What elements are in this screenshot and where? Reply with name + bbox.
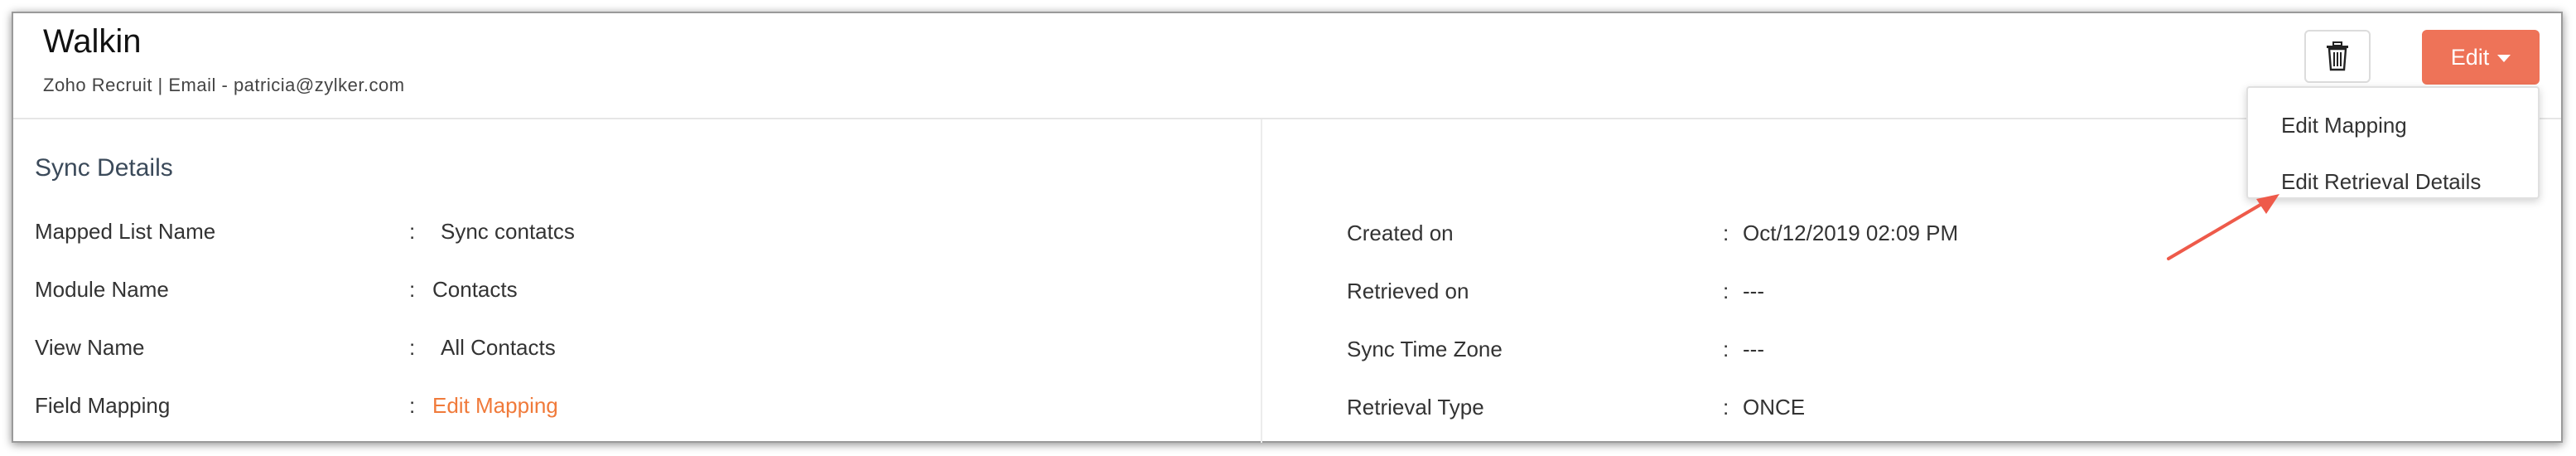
field-value-created-on: Oct/12/2019 02:09 PM [1743,221,1959,245]
field-value-retrieval-type: ONCE [1743,395,1806,420]
delete-button[interactable] [2304,30,2371,83]
caret-down-icon [2497,54,2511,62]
page-title: Walkin [43,23,142,60]
edit-button-label: Edit [2450,44,2490,70]
sync-details-panel: Walkin Zoho Recruit | Email - patricia@z… [12,12,2563,443]
panel-header: Walkin Zoho Recruit | Email - patricia@z… [13,13,2561,119]
field-value-module-name: Contacts [432,277,518,302]
field-label-module-name: Module Name [35,277,169,302]
edit-mapping-link[interactable]: Edit Mapping [432,393,558,419]
annotation-arrow-icon [2167,194,2279,260]
field-label-created-on: Created on [1347,221,1454,245]
field-value-view-name: All Contacts [441,335,556,360]
trash-icon [2327,41,2348,71]
field-label-sync-time-zone: Sync Time Zone [1347,337,1503,361]
field-label-retrieved-on: Retrieved on [1347,279,1469,303]
field-colon: : [409,335,416,360]
field-colon: : [409,277,416,302]
column-divider [1261,119,1262,443]
edit-dropdown-menu: Edit Mapping Edit Retrieval Details [2246,86,2540,199]
field-label-view-name: View Name [35,335,145,360]
field-colon: : [1723,337,1729,361]
field-colon: : [409,393,416,418]
field-colon: : [409,219,416,244]
field-colon: : [1723,221,1729,245]
edit-button[interactable]: Edit [2422,30,2540,85]
field-colon: : [1723,279,1729,303]
menu-item-edit-mapping[interactable]: Edit Mapping [2281,113,2407,138]
section-title: Sync Details [35,154,173,182]
field-value-mapped-list-name: Sync contatcs [441,219,575,244]
field-value-sync-time-zone: --- [1743,337,1764,361]
field-colon: : [1723,395,1729,420]
menu-item-edit-retrieval-details[interactable]: Edit Retrieval Details [2281,169,2481,195]
page-subtitle: Zoho Recruit | Email - patricia@zylker.c… [43,75,405,95]
field-label-retrieval-type: Retrieval Type [1347,395,1484,420]
field-label-field-mapping: Field Mapping [35,393,171,418]
field-value-retrieved-on: --- [1743,279,1764,303]
field-label-mapped-list-name: Mapped List Name [35,219,216,244]
